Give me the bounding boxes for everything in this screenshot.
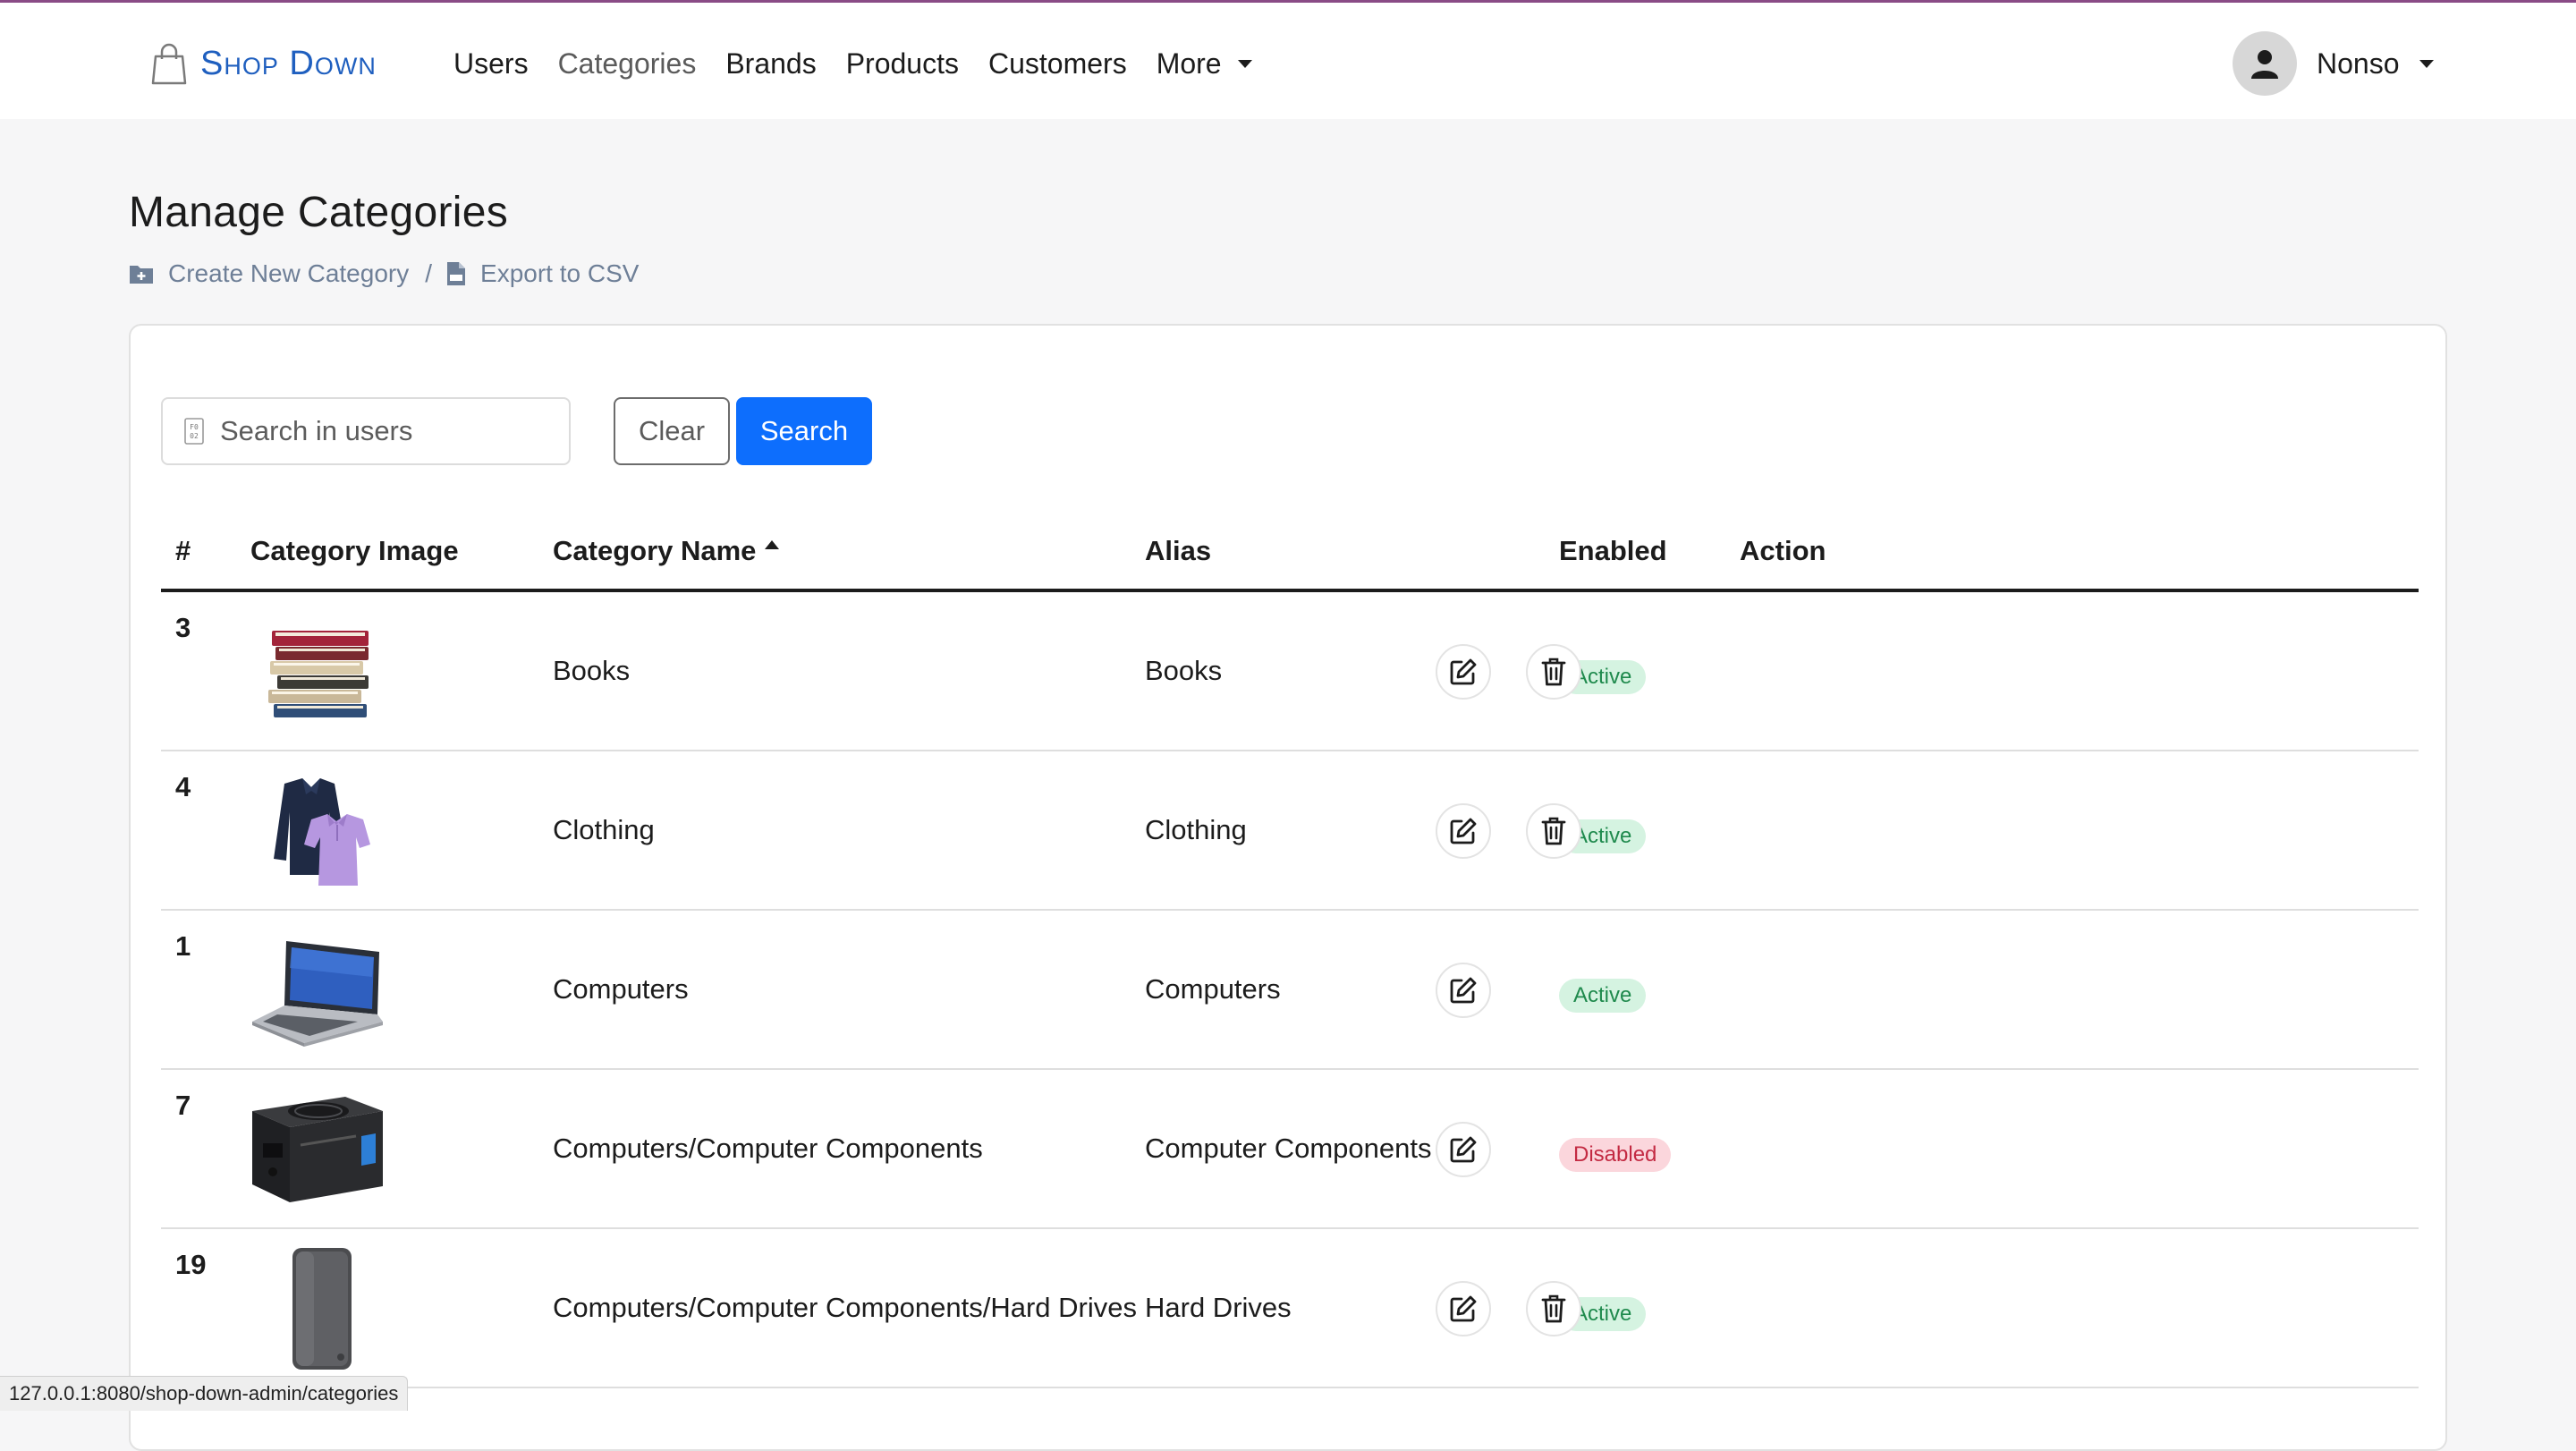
edit-icon	[1450, 977, 1477, 1004]
user-menu[interactable]: Nonso	[2233, 31, 2434, 96]
user-avatar-icon	[2251, 50, 2278, 79]
chevron-down-icon	[2419, 59, 2434, 68]
category-name: Clothing	[553, 814, 655, 845]
chevron-down-icon	[1237, 59, 1252, 68]
edit-button[interactable]	[1436, 803, 1491, 859]
input-helper-icon: F0 02	[184, 418, 204, 445]
edit-button[interactable]	[1436, 644, 1491, 700]
avatar	[2233, 31, 2297, 96]
edit-button[interactable]	[1436, 963, 1491, 1018]
table-row: 7 Computers/Computer Components Computer…	[161, 1070, 2419, 1229]
category-image-books	[250, 615, 385, 728]
category-alias: Computer Components	[1145, 1133, 1432, 1164]
table-header: # Category Image Category Name Alias Ena…	[161, 513, 2419, 592]
table-row: 1 Computers Computers Active	[161, 911, 2419, 1070]
svg-text:F0: F0	[190, 423, 199, 431]
create-category-label: Create New Category	[168, 259, 410, 287]
nav-item-brands[interactable]: Brands	[725, 47, 816, 81]
action-separator: /	[425, 259, 433, 287]
column-header-id: #	[175, 535, 191, 566]
nav-item-customers[interactable]: Customers	[988, 47, 1127, 81]
clear-button[interactable]: Clear	[614, 397, 730, 465]
category-image-laptop	[250, 934, 385, 1047]
column-header-name-label: Category Name	[553, 535, 757, 566]
edit-icon	[1450, 1295, 1477, 1322]
shopping-bag-icon	[151, 43, 187, 85]
nav-item-users[interactable]: Users	[453, 47, 529, 81]
edit-button[interactable]	[1436, 1122, 1491, 1177]
browser-status-bar: 127.0.0.1:8080/shop-down-admin/categorie…	[0, 1376, 409, 1411]
nav-item-categories[interactable]: Categories	[558, 47, 697, 81]
category-image-power-supply	[250, 1093, 385, 1206]
column-header-action: Action	[1740, 535, 1826, 566]
category-alias: Clothing	[1145, 814, 1247, 845]
category-image-hard-drive	[250, 1248, 385, 1370]
main-nav: Users Categories Brands Products Custome…	[453, 42, 1282, 85]
categories-card: F0 02 Clear Search # Category Image Cate…	[129, 324, 2447, 1451]
trash-icon	[1541, 817, 1566, 845]
search-field[interactable]: F0 02	[161, 397, 571, 465]
csv-file-icon	[447, 262, 466, 285]
delete-button[interactable]	[1526, 644, 1581, 700]
table-row: 4 Clothing Clothing Active	[161, 751, 2419, 911]
column-header-name[interactable]: Category Name	[553, 513, 780, 589]
row-id: 19	[175, 1249, 207, 1280]
category-image-clothing	[250, 775, 385, 887]
create-category-link[interactable]: Create New Category	[129, 259, 409, 288]
page-actions: Create New Category / Export to CSV	[129, 259, 639, 288]
export-csv-link[interactable]: Export to CSV	[446, 259, 639, 288]
user-name: Nonso	[2317, 47, 2400, 80]
column-header-image: Category Image	[250, 535, 459, 566]
edit-icon	[1450, 1136, 1477, 1163]
search-input[interactable]	[218, 414, 526, 448]
row-id: 7	[175, 1090, 191, 1121]
category-name: Computers/Computer Components	[553, 1133, 983, 1164]
page-title: Manage Categories	[129, 189, 509, 236]
svg-text:02: 02	[190, 432, 199, 440]
categories-table: # Category Image Category Name Alias Ena…	[161, 513, 2419, 1388]
category-alias: Books	[1145, 655, 1223, 686]
category-name: Computers	[553, 973, 689, 1005]
row-id: 4	[175, 771, 191, 802]
column-header-enabled[interactable]: Enabled	[1559, 513, 1667, 589]
sort-ascending-icon	[765, 540, 780, 549]
row-id: 3	[175, 612, 191, 643]
trash-icon	[1541, 1294, 1566, 1323]
brand-logo[interactable]: Shop Down	[150, 38, 377, 89]
folder-plus-icon	[130, 266, 153, 284]
category-name: Books	[553, 655, 631, 686]
delete-button[interactable]	[1526, 803, 1581, 859]
edit-icon	[1450, 658, 1477, 685]
top-navbar: Shop Down Users Categories Brands Produc…	[0, 0, 2576, 119]
status-badge[interactable]: Active	[1559, 979, 1647, 1013]
status-badge[interactable]: Disabled	[1559, 1138, 1672, 1172]
search-button[interactable]: Search	[736, 397, 872, 465]
category-alias: Computers	[1145, 973, 1281, 1005]
row-id: 1	[175, 930, 191, 962]
table-row: 19 Computers/Computer Components/Hard Dr…	[161, 1229, 2419, 1388]
edit-button[interactable]	[1436, 1281, 1491, 1336]
nav-item-products[interactable]: Products	[846, 47, 959, 81]
edit-icon	[1450, 818, 1477, 844]
nav-item-more[interactable]: More	[1157, 47, 1252, 81]
export-csv-label: Export to CSV	[480, 259, 640, 287]
delete-button[interactable]	[1526, 1281, 1581, 1336]
column-header-alias[interactable]: Alias	[1145, 513, 1211, 589]
table-row: 3 Books Books Active	[161, 592, 2419, 751]
brand-name: Shop Down	[200, 44, 377, 82]
nav-more-label: More	[1156, 47, 1222, 80]
category-name: Computers/Computer Components/Hard Drive…	[553, 1292, 1137, 1323]
category-alias: Hard Drives	[1145, 1292, 1292, 1323]
trash-icon	[1541, 658, 1566, 686]
